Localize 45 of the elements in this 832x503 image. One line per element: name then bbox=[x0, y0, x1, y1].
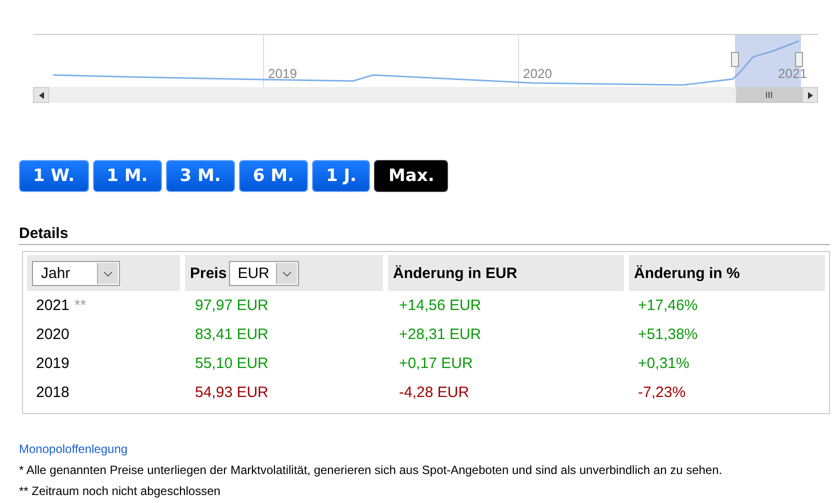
price-label: Preis bbox=[190, 264, 227, 282]
range-button[interactable]: 1 M. bbox=[92, 160, 162, 192]
caret-icon bbox=[97, 262, 118, 284]
year-label: 2021 bbox=[778, 66, 807, 81]
price-cell-text: 55,10 EUR bbox=[194, 354, 270, 374]
right-arrow-icon bbox=[808, 92, 812, 98]
scroll-right-button[interactable] bbox=[802, 87, 818, 103]
percent-cell-text: +51,38% bbox=[637, 325, 699, 345]
change-cell-text: +14,56 EUR bbox=[398, 296, 482, 316]
price-cell-text: 83,41 EUR bbox=[194, 325, 270, 345]
left-arrow-icon bbox=[38, 92, 44, 98]
range-handle[interactable] bbox=[795, 52, 803, 67]
change-cell-text: +28,31 EUR bbox=[398, 325, 482, 345]
footnote: ** Zeitraum noch nicht abgeschlossen bbox=[19, 483, 222, 500]
footnote: * Alle genannten Preise unterliegen der Marktvolatilität, generieren sich aus Spot-Angeboten und sind als unverbindlich an zu sehen. bbox=[19, 462, 724, 479]
year-cell: 2019 bbox=[36, 355, 70, 372]
header-cell: Änderung in EUR bbox=[388, 255, 624, 291]
currency-select[interactable]: EUR bbox=[228, 260, 299, 286]
range-button[interactable]: Max. bbox=[374, 160, 448, 192]
period-select[interactable]: Jahr bbox=[32, 260, 120, 286]
price-cell-text: 97,97 EUR bbox=[194, 296, 270, 316]
range-button[interactable]: 1 W. bbox=[19, 160, 89, 192]
year-label: 2019 bbox=[268, 66, 297, 81]
disclosure-link[interactable]: Monopoloffenlegung bbox=[19, 442, 128, 456]
change-cell-text: -4,28 EUR bbox=[398, 383, 470, 403]
percent-cell-text: +17,46% bbox=[637, 296, 699, 316]
range-handle[interactable] bbox=[731, 52, 739, 67]
range-button[interactable]: 1 J. bbox=[312, 160, 370, 192]
year-cell: 2020 bbox=[36, 326, 70, 343]
note-mark: ** bbox=[74, 297, 86, 314]
section-title: Details bbox=[19, 225, 830, 245]
year-label: 2020 bbox=[523, 66, 552, 81]
percent-cell-text: +0,31% bbox=[637, 354, 690, 374]
year-cell: 2018 bbox=[36, 384, 70, 401]
change-cell-text: +0,17 EUR bbox=[398, 354, 474, 374]
range-button[interactable]: 3 M. bbox=[166, 160, 235, 192]
scrollbar-thumb[interactable]: III bbox=[736, 87, 802, 103]
range-button[interactable]: 6 M. bbox=[238, 160, 308, 192]
year-cell: 2021 bbox=[36, 297, 70, 314]
navigator-chart[interactable]: 2019 2020 2021 III bbox=[33, 34, 818, 103]
scroll-left-button[interactable] bbox=[33, 87, 49, 103]
price-cell-text: 54,93 EUR bbox=[194, 383, 270, 403]
caret-icon bbox=[276, 262, 297, 284]
percent-cell-text: -7,23% bbox=[637, 383, 687, 403]
header-cell: Änderung in % bbox=[629, 255, 825, 291]
